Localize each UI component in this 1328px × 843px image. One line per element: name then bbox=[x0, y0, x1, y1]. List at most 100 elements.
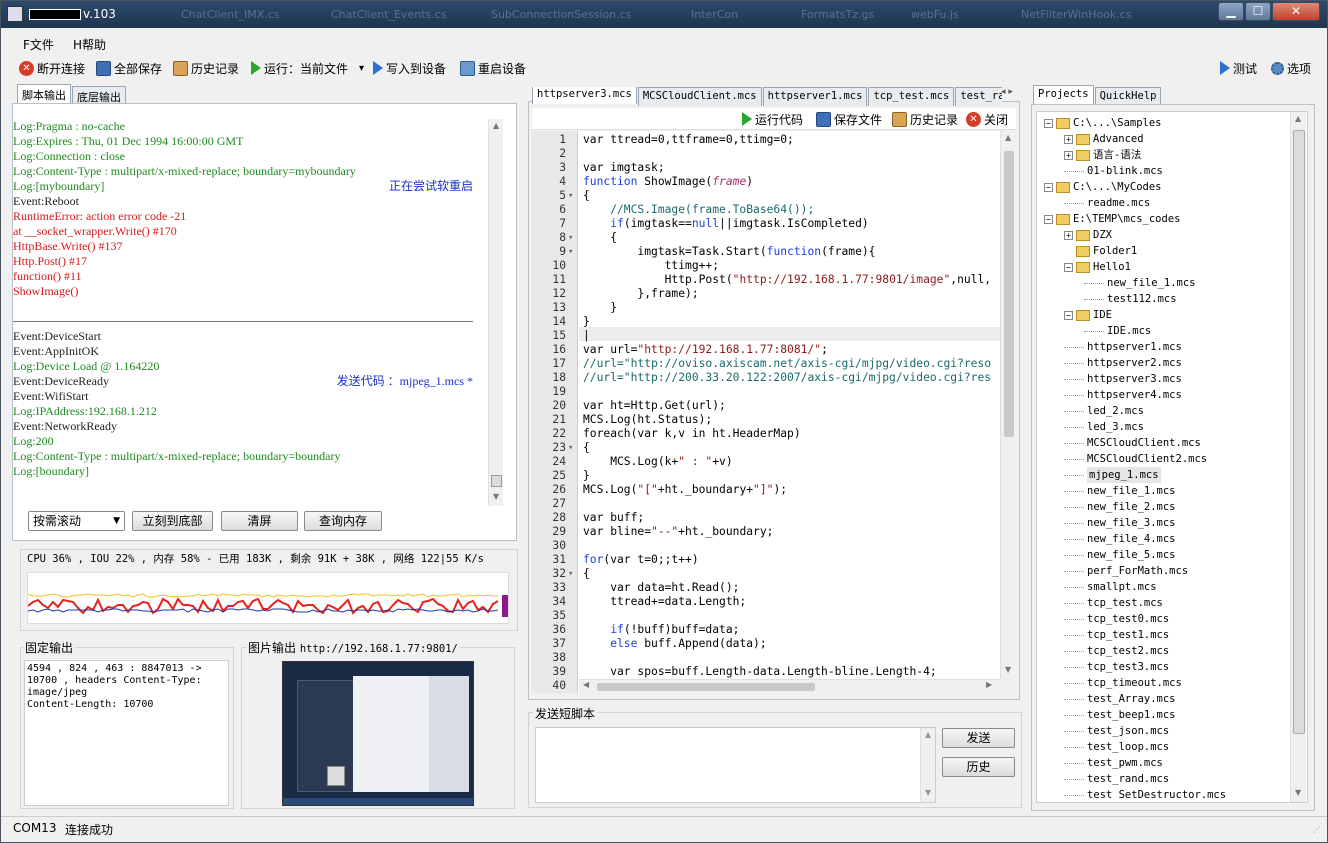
tree-folder-item[interactable]: − C:\...\Samples bbox=[1044, 115, 1162, 131]
tree-scrollbar[interactable]: ▲ ▼ bbox=[1290, 112, 1306, 802]
fold-toggle-icon[interactable]: ▾ bbox=[568, 245, 578, 259]
tree-folder-item[interactable]: − C:\...\MyCodes bbox=[1044, 179, 1162, 195]
tree-file-item[interactable]: new_file_3.mcs bbox=[1064, 515, 1176, 531]
save-file-button[interactable]: 保存文件 bbox=[816, 111, 882, 127]
tree-file-item[interactable]: MCSCloudClient2.mcs bbox=[1064, 451, 1207, 467]
scroll-down-icon[interactable]: ▼ bbox=[1005, 665, 1011, 674]
query-memory-button[interactable]: 查询内存 bbox=[304, 511, 382, 531]
fold-toggle-icon[interactable]: ▾ bbox=[568, 441, 578, 455]
tree-file-item[interactable]: new_file_2.mcs bbox=[1064, 499, 1176, 515]
tab-httpserver1[interactable]: httpserver1.mcs bbox=[762, 87, 868, 106]
tree-file-item[interactable]: test_pwm.mcs bbox=[1064, 755, 1163, 771]
scroll-left-icon[interactable]: ◀ bbox=[583, 680, 589, 689]
editor-scroll-thumb[interactable] bbox=[1004, 151, 1014, 437]
scroll-up-icon[interactable]: ▲ bbox=[1295, 114, 1301, 123]
save-all-button[interactable]: 全部保存 bbox=[96, 60, 162, 76]
fold-toggle-icon[interactable]: ▾ bbox=[568, 189, 578, 203]
tree-file-item[interactable]: mjpeg_1.mcs bbox=[1064, 467, 1161, 483]
editor-hscroll-thumb[interactable] bbox=[597, 683, 815, 691]
tab-projects[interactable]: Projects bbox=[1033, 85, 1094, 104]
clear-screen-button[interactable]: 清屏 bbox=[221, 511, 298, 531]
tree-file-item[interactable]: perf_ForMath.mcs bbox=[1064, 563, 1188, 579]
tab-tcp-test[interactable]: tcp_test.mcs bbox=[868, 87, 955, 106]
tree-folder-item[interactable]: − E:\TEMP\mcs_codes bbox=[1044, 211, 1180, 227]
expand-toggle-icon[interactable]: − bbox=[1044, 118, 1053, 128]
tree-file-item[interactable]: tcp_test.mcs bbox=[1064, 595, 1163, 611]
run-dropdown-arrow[interactable]: ▾ bbox=[359, 63, 364, 74]
tab-scroll-arrows[interactable]: ◂ ▸ bbox=[1001, 87, 1013, 97]
options-button[interactable]: 选项 bbox=[1271, 60, 1311, 76]
fold-toggle-icon[interactable]: ▾ bbox=[568, 231, 578, 245]
scroll-up-icon[interactable]: ▲ bbox=[1005, 133, 1011, 142]
tree-file-item[interactable]: led_3.mcs bbox=[1064, 419, 1144, 435]
jump-bottom-button[interactable]: 立刻到底部 bbox=[132, 511, 213, 531]
tree-file-item[interactable]: tcp_timeout.mcs bbox=[1064, 675, 1182, 691]
close-window-button[interactable]: ✕ bbox=[1272, 2, 1320, 21]
tab-mcscloudclient[interactable]: MCSCloudClient.mcs bbox=[637, 87, 762, 106]
tree-file-item[interactable]: test112.mcs bbox=[1084, 291, 1177, 307]
tab-test-rand[interactable]: test_ra bbox=[955, 87, 1002, 106]
tree-folder-item[interactable]: + 语言-语法 bbox=[1064, 147, 1141, 163]
disconnect-button[interactable]: ✕ 断开连接 bbox=[19, 60, 85, 76]
tree-folder-item[interactable]: + Advanced bbox=[1064, 131, 1144, 147]
fold-toggle-icon[interactable]: ▾ bbox=[568, 567, 578, 581]
tree-file-item[interactable]: httpserver4.mcs bbox=[1064, 387, 1182, 403]
tree-file-item[interactable]: httpserver1.mcs bbox=[1064, 339, 1182, 355]
tree-file-item[interactable]: test_loop.mcs bbox=[1064, 739, 1169, 755]
menu-file[interactable]: F文件 bbox=[23, 36, 54, 53]
code-editor[interactable]: 1 var ttread=0,ttframe=0,ttimg=0; 2 3 var im… bbox=[532, 131, 1000, 693]
tree-file-item[interactable]: new_file_4.mcs bbox=[1064, 531, 1176, 547]
minimize-button[interactable]: ▁ bbox=[1218, 2, 1244, 21]
tree-folder-item[interactable]: − Hello1 bbox=[1064, 259, 1131, 275]
scroll-down-icon[interactable]: ▼ bbox=[925, 788, 931, 797]
restart-device-button[interactable]: 重启设备 bbox=[460, 60, 526, 76]
tree-file-item[interactable]: readme.mcs bbox=[1064, 195, 1150, 211]
tree-file-item[interactable]: tcp_test1.mcs bbox=[1064, 627, 1169, 643]
script-input[interactable]: ▲ ▼ bbox=[535, 727, 936, 803]
tree-file-item[interactable]: 01-blink.mcs bbox=[1064, 163, 1163, 179]
expand-toggle-icon[interactable]: − bbox=[1064, 310, 1073, 320]
tree-folder-item[interactable]: Folder1 bbox=[1064, 243, 1137, 259]
run-current-button[interactable]: 运行：当前文件 ▾ bbox=[251, 60, 364, 76]
menu-help[interactable]: H帮助 bbox=[73, 36, 106, 53]
editor-hscrollbar[interactable]: ◀ ▶ bbox=[579, 679, 1000, 693]
tree-file-item[interactable]: IDE.mcs bbox=[1084, 323, 1151, 339]
file-history-button[interactable]: 历史记录 bbox=[892, 111, 958, 127]
tree-file-item[interactable]: test_beep1.mcs bbox=[1064, 707, 1176, 723]
tree-file-item[interactable]: tcp_test3.mcs bbox=[1064, 659, 1169, 675]
expand-toggle-icon[interactable]: + bbox=[1064, 150, 1073, 160]
tree-file-item[interactable]: httpserver2.mcs bbox=[1064, 355, 1182, 371]
expand-toggle-icon[interactable]: + bbox=[1064, 134, 1073, 144]
tree-file-item[interactable]: test_SetDestructor.mcs bbox=[1064, 787, 1226, 799]
send-button[interactable]: 发送 bbox=[942, 728, 1015, 748]
expand-toggle-icon[interactable]: − bbox=[1064, 262, 1073, 272]
tab-httpserver3[interactable]: httpserver3.mcs bbox=[532, 87, 637, 104]
tree-file-item[interactable]: led_2.mcs bbox=[1064, 403, 1144, 419]
run-code-button[interactable]: 运行代码 bbox=[742, 111, 803, 127]
test-button[interactable]: 测试 bbox=[1220, 60, 1257, 76]
close-file-button[interactable]: ✕ 关闭 bbox=[966, 111, 1008, 127]
tree-file-item[interactable]: tcp_test0.mcs bbox=[1064, 611, 1169, 627]
tree-file-item[interactable]: tcp_test2.mcs bbox=[1064, 643, 1169, 659]
scroll-up-icon[interactable]: ▲ bbox=[493, 121, 499, 130]
tree-file-item[interactable]: MCSCloudClient.mcs bbox=[1064, 435, 1201, 451]
tree-file-item[interactable]: test_json.mcs bbox=[1064, 723, 1169, 739]
scroll-down-icon[interactable]: ▼ bbox=[1295, 788, 1301, 797]
log-scrollbar[interactable]: ▲ ▼ bbox=[488, 119, 503, 506]
tree-scroll-thumb[interactable] bbox=[1293, 130, 1305, 734]
tree-file-item[interactable]: smallpt.mcs bbox=[1064, 579, 1157, 595]
history-button[interactable]: 历史记录 bbox=[173, 60, 239, 76]
write-device-button[interactable]: 写入到设备 bbox=[373, 60, 446, 76]
scroll-thumb[interactable] bbox=[491, 475, 502, 487]
expand-toggle-icon[interactable]: − bbox=[1044, 214, 1053, 224]
scroll-right-icon[interactable]: ▶ bbox=[986, 680, 992, 689]
tree-folder-item[interactable]: − IDE bbox=[1064, 307, 1112, 323]
tree-file-item[interactable]: httpserver3.mcs bbox=[1064, 371, 1182, 387]
script-input-scrollbar[interactable]: ▲ ▼ bbox=[920, 728, 935, 802]
scroll-down-icon[interactable]: ▼ bbox=[493, 492, 499, 501]
scroll-up-icon[interactable]: ▲ bbox=[925, 730, 931, 739]
tree-file-item[interactable]: test_Array.mcs bbox=[1064, 691, 1176, 707]
maximize-button[interactable]: ☐ bbox=[1245, 2, 1271, 21]
tree-file-item[interactable]: new_file_1.mcs bbox=[1064, 483, 1176, 499]
tree-file-item[interactable]: new_file_5.mcs bbox=[1064, 547, 1176, 563]
